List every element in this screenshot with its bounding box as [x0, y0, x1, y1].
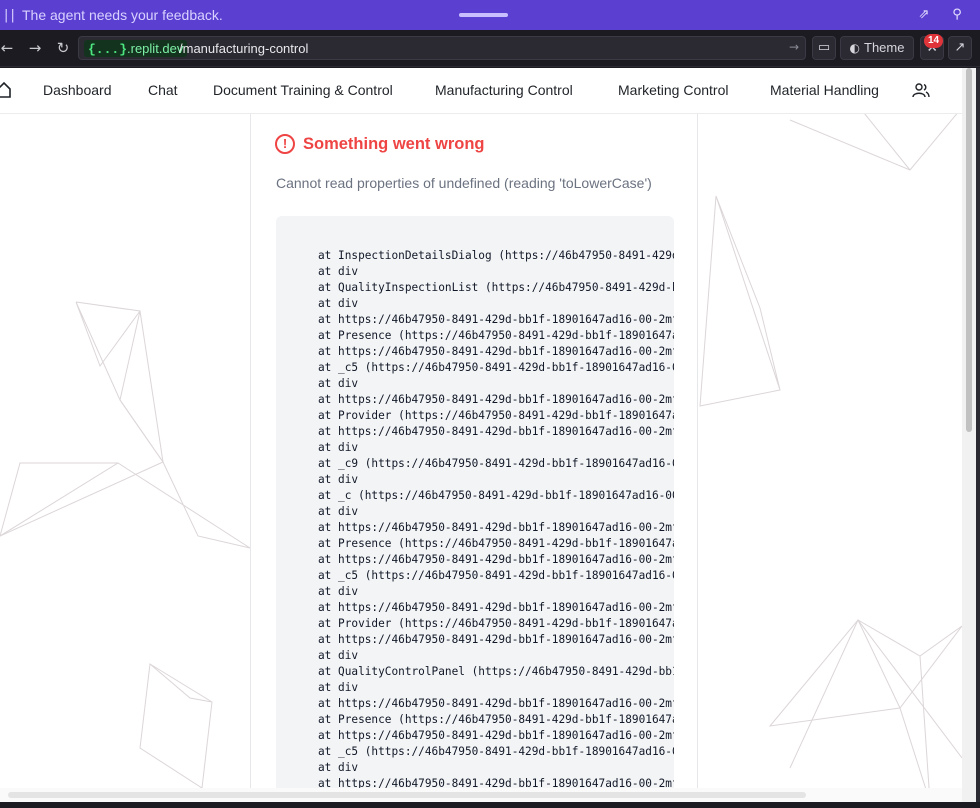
back-arrow-icon[interactable]: ←	[0, 39, 16, 57]
browser-toolbar: ← → ↻ {...}.replit.dev /manufacturing-co…	[0, 30, 980, 67]
stack-line: at https://46b47950-8491-429d-bb1f-18901…	[318, 425, 674, 438]
nav-document-training-control[interactable]: Document Training & Control	[213, 82, 393, 98]
go-arrow-icon[interactable]: →	[789, 40, 799, 54]
stack-line: at _c5 (https://46b47950-8491-429d-bb1f-…	[318, 569, 674, 582]
stack-line: at div	[318, 649, 359, 662]
url-bar[interactable]: {...}.replit.dev /manufacturing-control …	[78, 36, 806, 60]
stack-line: at Presence (https://46b47950-8491-429d-…	[318, 537, 674, 550]
stack-line: at _c9 (https://46b47950-8491-429d-bb1f-…	[318, 457, 674, 470]
theme-button[interactable]: ◐ Theme	[840, 36, 914, 60]
stack-line: at https://46b47950-8491-429d-bb1f-18901…	[318, 393, 674, 406]
stack-line: at div	[318, 473, 359, 486]
stack-line: at div	[318, 265, 359, 278]
error-message: Cannot read properties of undefined (rea…	[276, 175, 652, 191]
popout-icon[interactable]: ⇗	[916, 7, 932, 23]
stack-line: at https://46b47950-8491-429d-bb1f-18901…	[318, 633, 674, 646]
feedback-message[interactable]: The agent needs your feedback.	[22, 7, 223, 23]
stack-line: at QualityInspectionList (https://46b479…	[318, 281, 674, 294]
stack-line: at https://46b47950-8491-429d-bb1f-18901…	[318, 313, 674, 326]
home-icon[interactable]	[0, 81, 12, 99]
top-navigation: Dashboard Chat Document Training & Contr…	[0, 68, 962, 114]
stack-trace-box[interactable]: at InspectionDetailsDialog (https://46b4…	[276, 216, 674, 802]
window-bottom-edge	[0, 802, 980, 808]
stack-line: at div	[318, 505, 359, 518]
app-viewport: Dashboard Chat Document Training & Contr…	[0, 68, 962, 802]
device-icon[interactable]: ▭	[812, 36, 836, 60]
stack-line: at _c (https://46b47950-8491-429d-bb1f-1…	[318, 489, 674, 502]
domain-chip: {...}.replit.dev	[84, 40, 188, 57]
stack-line: at div	[318, 377, 359, 390]
stack-line: at Provider (https://46b47950-8491-429d-…	[318, 617, 674, 630]
notification-badge: 14	[924, 34, 943, 48]
error-title: Something went wrong	[303, 135, 485, 153]
stack-line: at Presence (https://46b47950-8491-429d-…	[318, 329, 674, 342]
theme-label: Theme	[864, 40, 905, 55]
pause-icon[interactable]: | |	[4, 8, 15, 23]
stack-trace: at InspectionDetailsDialog (https://46b4…	[318, 248, 674, 792]
stack-line: at div	[318, 761, 359, 774]
stack-line: at Presence (https://46b47950-8491-429d-…	[318, 713, 674, 726]
vertical-scrollbar-thumb[interactable]	[966, 68, 972, 432]
horizontal-scrollbar-thumb[interactable]	[8, 792, 806, 798]
pin-icon[interactable]: ⚲	[949, 7, 965, 23]
stack-line: at div	[318, 441, 359, 454]
external-link-icon[interactable]: ↗	[948, 36, 972, 60]
drag-handle[interactable]	[459, 13, 508, 17]
stack-line: at https://46b47950-8491-429d-bb1f-18901…	[318, 553, 674, 566]
stack-line: at div	[318, 297, 359, 310]
nav-material-handling[interactable]: Material Handling	[770, 82, 879, 98]
stack-line: at https://46b47950-8491-429d-bb1f-18901…	[318, 697, 674, 710]
reload-icon[interactable]: ↻	[54, 39, 72, 57]
horizontal-scrollbar[interactable]	[0, 788, 962, 802]
stack-line: at div	[318, 585, 359, 598]
agent-feedback-bar: | | The agent needs your feedback. ⇗ ⚲	[0, 0, 980, 30]
stack-line: at div	[318, 681, 359, 694]
alert-circle-icon: !	[275, 134, 295, 154]
url-path[interactable]: /manufacturing-control	[179, 41, 308, 56]
nav-chat[interactable]: Chat	[148, 82, 178, 98]
stack-line: at InspectionDetailsDialog (https://46b4…	[318, 249, 674, 262]
palette-icon: ◐	[849, 41, 860, 55]
window-edge	[976, 68, 980, 808]
stack-line: at QualityControlPanel (https://46b47950…	[318, 665, 674, 678]
users-icon[interactable]	[912, 82, 930, 98]
nav-marketing-control[interactable]: Marketing Control	[618, 82, 729, 98]
stack-line: at https://46b47950-8491-429d-bb1f-18901…	[318, 729, 674, 742]
stack-line: at https://46b47950-8491-429d-bb1f-18901…	[318, 345, 674, 358]
nav-dashboard[interactable]: Dashboard	[43, 82, 112, 98]
stack-line: at https://46b47950-8491-429d-bb1f-18901…	[318, 601, 674, 614]
stack-line: at https://46b47950-8491-429d-bb1f-18901…	[318, 521, 674, 534]
error-panel: ! Something went wrong Cannot read prope…	[250, 114, 698, 802]
nav-manufacturing-control[interactable]: Manufacturing Control	[435, 82, 573, 98]
stack-line: at _c5 (https://46b47950-8491-429d-bb1f-…	[318, 361, 674, 374]
forward-arrow-icon[interactable]: →	[26, 39, 44, 57]
stack-line: at Provider (https://46b47950-8491-429d-…	[318, 409, 674, 422]
vertical-scrollbar[interactable]	[962, 68, 976, 802]
stack-line: at _c5 (https://46b47950-8491-429d-bb1f-…	[318, 745, 674, 758]
